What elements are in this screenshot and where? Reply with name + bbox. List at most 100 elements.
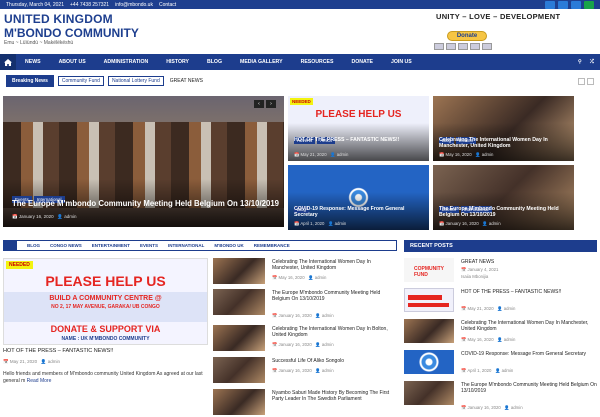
list-item[interactable]: Celebrating The International Women Day … <box>213 325 398 353</box>
nav-item-media-gallery[interactable]: MEDIA GALLERY <box>231 59 292 65</box>
post-title[interactable]: The Europe M'mbondo Community Meeting He… <box>272 290 398 303</box>
featured-post-title[interactable]: HOT OF THE PRESS – FANTASTIC NEWS!! <box>3 348 113 354</box>
email-link[interactable]: info@mbondo.uk <box>115 2 153 8</box>
tile-title[interactable]: Celebrating The International Women Day … <box>439 137 570 149</box>
recent-post-item[interactable]: COVID-19 Response: Message From General … <box>404 350 597 376</box>
tab-mbondo-uk[interactable]: M'BONDO UK <box>209 243 248 248</box>
tile-meta: 📅 May 21, 2020 👤 admin <box>294 152 349 157</box>
tile-date: January 16, 2020 <box>445 221 479 226</box>
nav-item-resources[interactable]: RESOURCES <box>292 59 343 65</box>
post-author[interactable]: admin <box>322 342 334 347</box>
nav-item-blog[interactable]: BLOG <box>198 59 231 65</box>
help-banner: PLEASE HELP US <box>315 109 402 120</box>
site-title-line1[interactable]: UNITED KINGDOM <box>4 12 113 26</box>
list-item[interactable]: Successful Life Of Aliko Songolo 📅 Janua… <box>213 357 398 385</box>
nav-item-join-us[interactable]: JOIN US <box>382 59 421 65</box>
post-author[interactable]: Isaiia Mbonijia <box>461 274 488 279</box>
tile-author[interactable]: admin <box>337 152 349 157</box>
ticker-tag-community-fund[interactable]: Community Fund <box>57 76 104 86</box>
heart-icon[interactable] <box>584 0 594 9</box>
post-title[interactable]: Nyambo Saburi Made History By Becoming T… <box>272 390 398 403</box>
contact-link[interactable]: Contact <box>159 2 176 8</box>
slide-prev-button[interactable]: ‹ <box>254 100 264 108</box>
ticker-prev-button[interactable] <box>578 77 585 85</box>
post-thumbnail[interactable] <box>213 389 265 415</box>
featured-tile[interactable]: Blog Events Celebrating The International… <box>433 96 574 161</box>
post-thumbnail[interactable] <box>404 288 454 312</box>
post-title[interactable]: The Europe M'mbondo Community Meeting He… <box>461 382 597 395</box>
post-thumbnail[interactable] <box>213 258 265 284</box>
hero-author[interactable]: admin <box>64 214 76 219</box>
recent-post-item[interactable]: COPMUNITY FUND GREAT NEWS 📅 January 4, 2… <box>404 258 597 284</box>
post-title[interactable]: Celebrating The International Women Day … <box>272 326 398 339</box>
tab-remembrance[interactable]: REMEMBRANCE <box>249 243 295 248</box>
post-author[interactable]: admin <box>315 275 327 280</box>
recent-post-item[interactable]: Celebrating The International Women Day … <box>404 319 597 345</box>
post-thumbnail[interactable] <box>404 350 454 374</box>
post-title[interactable]: COVID-19 Response: Message From General … <box>461 351 597 357</box>
post-title[interactable]: Celebrating The International Women Day … <box>272 259 398 272</box>
nav-item-news[interactable]: NEWS <box>16 59 50 65</box>
nav-item-administration[interactable]: ADMINISTRATION <box>95 59 158 65</box>
recent-post-item[interactable]: HOT OF THE PRESS – FANTASTIC NEWS!! 📅 Ma… <box>404 288 597 314</box>
featured-tile[interactable]: NEEDED PLEASE HELP US Adverts Africa HOT … <box>288 96 429 161</box>
list-item[interactable]: Nyambo Saburi Made History By Becoming T… <box>213 389 398 417</box>
post-author[interactable]: admin <box>322 313 334 318</box>
recent-post-item[interactable]: The Europe M'mbondo Community Meeting He… <box>404 381 597 410</box>
featured-post-image[interactable]: NEEDED PLEASE HELP US BUILD A COMMUNITY … <box>3 258 208 345</box>
post-title[interactable]: Celebrating The International Women Day … <box>461 320 597 333</box>
hero-slide[interactable]: ‹ › Events International The Europe M'mbon… <box>3 96 284 227</box>
payment-cards <box>434 43 492 50</box>
featured-tile[interactable]: Blog COVID-19 Response: Message From Gen… <box>288 165 429 230</box>
post-title[interactable]: Successful Life Of Aliko Songolo <box>272 358 398 364</box>
post-author[interactable]: admin <box>504 337 516 342</box>
post-author[interactable]: admin <box>502 368 514 373</box>
nav-item-donate[interactable]: DONATE <box>342 59 382 65</box>
post-title[interactable]: HOT OF THE PRESS – FANTASTIC NEWS!! <box>461 289 597 295</box>
tabs-menu-icon[interactable] <box>4 241 17 250</box>
post-author[interactable]: admin <box>504 306 516 311</box>
post-thumbnail[interactable] <box>404 381 454 405</box>
nav-item-history[interactable]: HISTORY <box>157 59 198 65</box>
facebook-icon[interactable] <box>545 0 555 9</box>
donate-button[interactable]: Donate <box>447 31 487 41</box>
post-thumbnail[interactable]: COPMUNITY FUND <box>404 258 454 282</box>
twitter-icon[interactable] <box>558 0 568 9</box>
youtube-icon[interactable] <box>571 0 581 9</box>
read-more-link[interactable]: Read More <box>27 378 52 384</box>
tab-entertainment[interactable]: ENTERTAINMENT <box>87 243 135 248</box>
ticker-next-button[interactable] <box>587 77 594 85</box>
post-thumbnail[interactable] <box>404 319 454 343</box>
ticker-headline[interactable]: GREAT NEWS <box>170 78 203 84</box>
site-title-line2[interactable]: M'BONDO COMMUNITY <box>4 26 139 40</box>
tab-congo-news[interactable]: CONGO NEWS <box>45 243 87 248</box>
post-thumbnail[interactable] <box>213 357 265 383</box>
post-title[interactable]: GREAT NEWS <box>461 259 597 265</box>
post-author[interactable]: admin <box>48 359 60 364</box>
tab-events[interactable]: EVENTS <box>135 243 163 248</box>
list-item[interactable]: The Europe M'mbondo Community Meeting He… <box>213 289 398 318</box>
tile-meta: 📅 April 1, 2020 👤 admin <box>294 221 347 226</box>
nav-item-about-us[interactable]: ABOUT US <box>50 59 95 65</box>
hero-title[interactable]: The Europe M'mbondo Community Meeting He… <box>12 199 279 208</box>
post-author[interactable]: admin <box>322 368 334 373</box>
tile-title[interactable]: The Europe M'mbondo Community Meeting He… <box>439 206 570 218</box>
shuffle-icon[interactable]: ⤮ <box>590 59 594 66</box>
needed-badge: NEEDED <box>290 98 313 105</box>
home-icon[interactable] <box>0 54 16 70</box>
featured-tile[interactable]: Events International The Europe M'mbondo … <box>433 165 574 230</box>
tile-author[interactable]: admin <box>489 221 501 226</box>
tile-author[interactable]: admin <box>482 152 494 157</box>
slide-next-button[interactable]: › <box>266 100 276 108</box>
post-thumbnail[interactable] <box>213 325 265 351</box>
post-thumbnail[interactable] <box>213 289 265 315</box>
list-item[interactable]: Celebrating The International Women Day … <box>213 258 398 286</box>
post-author[interactable]: admin <box>511 405 523 410</box>
ticker-tag-lottery-fund[interactable]: National Lottery Fund <box>107 76 164 86</box>
tab-international[interactable]: INTERNATIONAL <box>163 243 209 248</box>
tile-title[interactable]: HOT OF THE PRESS – FANTASTIC NEWS!! <box>294 137 425 143</box>
tile-title[interactable]: COVID-19 Response: Message From General … <box>294 206 425 218</box>
tile-author[interactable]: admin <box>335 221 347 226</box>
tab-blog[interactable]: BLOG <box>22 243 45 248</box>
search-icon[interactable]: ⚲ <box>578 59 582 66</box>
